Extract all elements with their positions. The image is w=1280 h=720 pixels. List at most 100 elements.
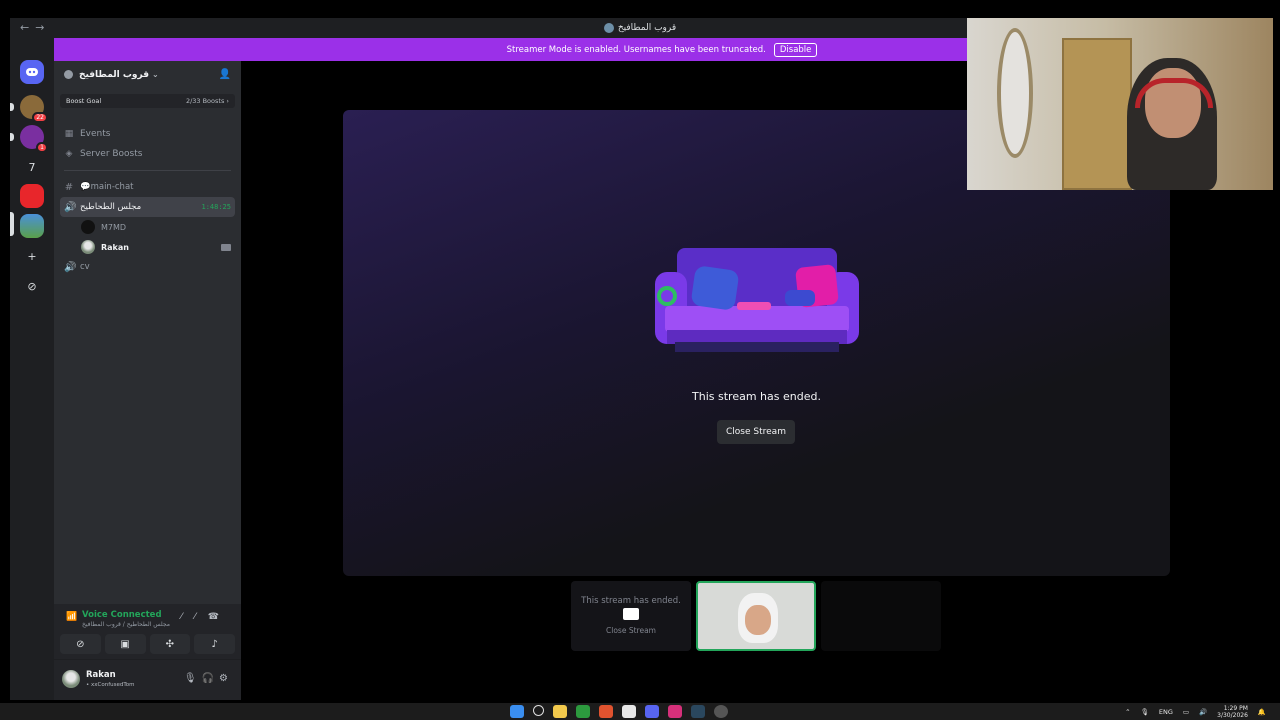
signal-icon[interactable]: 📶 xyxy=(66,612,77,622)
boost-count: 2/33 Boosts › xyxy=(185,97,229,105)
xbox-icon[interactable] xyxy=(576,705,590,718)
speaking-user-thumbnail[interactable] xyxy=(696,581,816,651)
window-title: قروب المطافيخ xyxy=(617,23,677,33)
camera-off-button[interactable]: ⊘ xyxy=(60,634,101,654)
back-arrow-icon[interactable]: ← xyxy=(20,21,35,34)
channel-label: cv xyxy=(80,262,90,272)
discord-home-icon[interactable] xyxy=(20,60,44,84)
notification-icon[interactable]: 🔔 xyxy=(1258,708,1266,716)
close-stream-button[interactable]: Close Stream xyxy=(717,420,795,444)
chevron-down-icon: ⌄ xyxy=(151,70,159,79)
language-indicator[interactable]: ENG xyxy=(1159,708,1173,716)
events-item[interactable]: ▦ Events xyxy=(54,124,241,144)
nav-arrows[interactable]: ←→ xyxy=(20,21,50,34)
calendar-icon: ▦ xyxy=(64,129,74,139)
disable-button[interactable]: Disable xyxy=(773,42,818,57)
avatar xyxy=(81,240,95,254)
instagram-icon[interactable] xyxy=(668,705,682,718)
camera-off-icon: ⊘ xyxy=(76,638,85,650)
clock-time: 1:29 PM xyxy=(1223,705,1248,712)
server-boosts-item[interactable]: ◈ Server Boosts xyxy=(54,144,241,164)
active-pill xyxy=(10,212,14,236)
server-header[interactable]: قروب المطافيخ ⌄ 👤 xyxy=(54,61,241,88)
add-server-icon[interactable]: + xyxy=(20,244,44,268)
gear-icon[interactable]: ⚙ xyxy=(219,673,233,684)
activities-icon: ✣ xyxy=(165,638,175,650)
server-icon-7[interactable]: 7 xyxy=(20,155,44,179)
stream-ended-text: This stream has ended. xyxy=(692,390,821,403)
microphone-icon[interactable]: 🎙 xyxy=(184,673,202,684)
screen-share-button[interactable]: ▣ xyxy=(104,634,146,654)
server-icon-active[interactable] xyxy=(10,212,44,238)
server-rail: 22 1 7 + ⊘ xyxy=(10,38,54,700)
volume-icon[interactable]: 🔊 xyxy=(1199,708,1207,716)
voice-user-rakan[interactable]: Rakan xyxy=(54,237,241,257)
voice-location[interactable]: مجلس الطحاطيح / قروب المطافيخ xyxy=(82,621,170,628)
search-icon[interactable] xyxy=(533,705,544,716)
ended-stream-thumbnail[interactable]: This stream has ended. Close Stream xyxy=(571,581,691,651)
chevron-up-icon[interactable]: ⌃ xyxy=(1125,708,1130,716)
thumbnail-close-button[interactable]: Close Stream xyxy=(571,626,691,635)
screen-share-icon: ▣ xyxy=(120,638,130,650)
network-icon[interactable]: ▭ xyxy=(1183,708,1189,716)
dark-user-thumbnail[interactable] xyxy=(821,581,941,651)
user-panel: Rakan • xxConfusedTom 🎙🎧⚙ xyxy=(54,660,241,700)
windows-taskbar: ⌃ 🎙 ENG ▭ 🔊 1:29 PM 3/30/2026 🔔 xyxy=(0,703,1280,720)
file-explorer-icon[interactable] xyxy=(553,705,567,718)
voice-user-m7md[interactable]: M7MD xyxy=(54,217,241,237)
forward-arrow-icon[interactable]: → xyxy=(35,21,50,34)
door xyxy=(1062,38,1132,190)
voice-timer: 1:48:25 xyxy=(201,203,231,211)
boost-goal-bar[interactable]: Boost Goal 2/33 Boosts › xyxy=(60,94,235,108)
mention-badge: 1 xyxy=(36,142,48,153)
discord-icon[interactable] xyxy=(645,705,659,718)
channel-voice-cv[interactable]: 🔊 cv xyxy=(60,257,235,277)
user-face xyxy=(745,605,771,635)
thumbnail-ended-text: This stream has ended. xyxy=(581,596,681,606)
user-controls: 🎙🎧⚙ xyxy=(184,673,233,684)
speaker-icon: 🔊 xyxy=(64,261,77,273)
voice-user-name: M7MD xyxy=(101,222,127,232)
soundboard-button[interactable]: ♪ xyxy=(194,634,235,654)
streaming-icon xyxy=(221,243,231,251)
boost-goal-label: Boost Goal xyxy=(66,97,102,105)
discover-icon[interactable]: ⊘ xyxy=(20,274,44,298)
app-icon[interactable] xyxy=(714,705,728,718)
taskbar-apps xyxy=(510,705,728,718)
clock-date: 3/30/2026 xyxy=(1217,712,1248,719)
voice-action-buttons: ⊘ ▣ ✣ ♪ xyxy=(60,634,235,654)
channel-sidebar: قروب المطافيخ ⌄ 👤 Boost Goal 2/33 Boosts… xyxy=(54,61,241,700)
webcam-overlay xyxy=(967,18,1273,190)
system-tray: ⌃ 🎙 ENG ▭ 🔊 1:29 PM 3/30/2026 🔔 xyxy=(1125,705,1266,719)
server-icon-1[interactable]: 22 xyxy=(10,95,48,123)
microphone-icon[interactable]: 🎙 xyxy=(1141,708,1149,716)
add-member-icon[interactable]: 👤 xyxy=(219,69,231,80)
server-icon xyxy=(603,23,614,33)
headphones-icon[interactable]: 🎧 xyxy=(202,673,219,684)
server-name: قروب المطافيخ xyxy=(79,69,149,80)
channel-main-chat[interactable]: # 💬main-chat xyxy=(60,177,235,197)
voice-status[interactable]: Voice Connected xyxy=(82,610,162,620)
disconnect-icon[interactable]: ☎ xyxy=(208,612,231,622)
server-icon-red[interactable] xyxy=(20,184,44,208)
clock[interactable]: 1:29 PM 3/30/2026 xyxy=(1217,705,1248,719)
store-icon[interactable] xyxy=(622,705,636,718)
steam-icon[interactable] xyxy=(691,705,705,718)
server-icon-2[interactable]: 1 xyxy=(10,125,48,153)
voice-user-name: Rakan xyxy=(101,242,129,252)
disconnect-controls: ⁄⁄☎ xyxy=(181,612,231,622)
banner-message: Streamer Mode is enabled. Usernames have… xyxy=(506,44,766,55)
boost-icon: ◈ xyxy=(65,149,73,159)
brave-icon[interactable] xyxy=(599,705,613,718)
hash-icon: # xyxy=(64,181,74,193)
user-name[interactable]: Rakan xyxy=(86,670,116,680)
voice-connection-panel: 📶 Voice Connected مجلس الطحاطيح / قروب ا… xyxy=(54,604,241,660)
channel-voice-majlis[interactable]: 🔊 مجلس الطحاطيح 1:48:25 xyxy=(60,197,235,217)
server-boosts-label: Server Boosts xyxy=(80,149,143,159)
mention-badge: 22 xyxy=(32,112,48,123)
activities-button[interactable]: ✣ xyxy=(149,634,191,654)
noise-suppression-icon[interactable]: ⁄⁄ xyxy=(181,612,208,622)
speaker-icon: 🔊 xyxy=(64,201,77,213)
avatar[interactable] xyxy=(62,670,80,688)
start-icon[interactable] xyxy=(510,705,524,718)
